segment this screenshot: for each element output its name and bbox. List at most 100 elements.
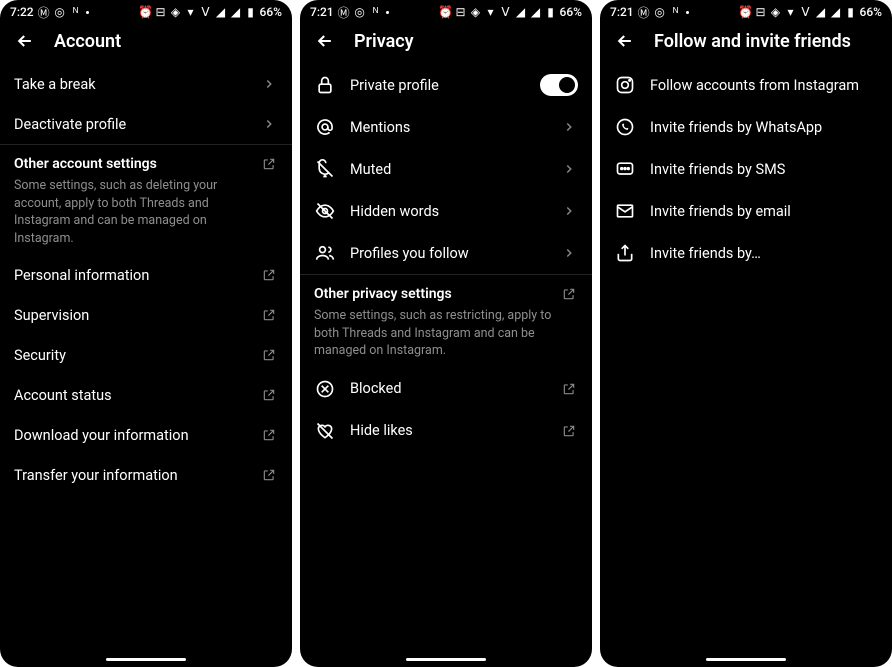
external-link-icon — [560, 285, 578, 303]
page-title: Follow and invite friends — [654, 31, 851, 52]
people-icon — [314, 242, 336, 264]
signal-icon: ◢ — [515, 6, 527, 18]
chevron-right-icon — [260, 75, 278, 93]
signal-icon: ◢ — [830, 6, 842, 18]
home-indicator[interactable] — [406, 658, 486, 661]
row-personal-information[interactable]: Personal information — [0, 255, 292, 295]
battery-pct: 66% — [860, 5, 882, 19]
battery-icon: ▮ — [545, 6, 557, 18]
app-icon: Ⓜ — [38, 6, 50, 18]
other-account-settings-section: Other account settings Some settings, su… — [0, 144, 292, 255]
row-invite-whatsapp[interactable]: Invite friends by WhatsApp — [600, 106, 892, 148]
row-deactivate-profile[interactable]: Deactivate profile — [0, 104, 292, 144]
row-label: Invite friends by… — [650, 245, 878, 262]
row-hide-likes[interactable]: Hide likes — [300, 410, 592, 452]
app-icon: ᴺ — [70, 6, 82, 18]
section-description: Some settings, such as restricting, appl… — [314, 307, 578, 360]
data-icon: ◈ — [470, 6, 482, 18]
mention-icon — [314, 116, 336, 138]
status-time: 7:22 — [10, 5, 34, 19]
voice-icon: ᐯ — [800, 6, 812, 18]
app-icon: Ⓜ — [638, 6, 650, 18]
external-link-icon — [260, 426, 278, 444]
row-label: Supervision — [14, 307, 260, 324]
page-title: Account — [54, 31, 121, 52]
header: Privacy — [300, 22, 592, 64]
external-link-icon — [260, 266, 278, 284]
home-indicator[interactable] — [106, 658, 186, 661]
more-dot-icon — [686, 11, 689, 14]
row-label: Hidden words — [350, 203, 560, 220]
signal-icon: ◢ — [815, 6, 827, 18]
row-private-profile[interactable]: Private profile — [300, 64, 592, 106]
other-privacy-settings-section: Other privacy settings Some settings, su… — [300, 274, 592, 368]
row-label: Deactivate profile — [14, 116, 260, 133]
row-security[interactable]: Security — [0, 335, 292, 375]
app-icon: ◎ — [654, 6, 666, 18]
private-profile-toggle[interactable] — [540, 74, 578, 96]
header: Follow and invite friends — [600, 22, 892, 64]
status-icons: ⏰ ⊟ ◈ ▾ ᐯ ◢ ◢ ▮ 66% — [740, 5, 882, 19]
battery-icon: ▮ — [845, 6, 857, 18]
sync-icon: ⊟ — [755, 6, 767, 18]
alarm-icon: ⏰ — [440, 6, 452, 18]
more-dot-icon — [86, 11, 89, 14]
chevron-right-icon — [560, 118, 578, 136]
back-button[interactable] — [614, 30, 636, 52]
voice-icon: ᐯ — [200, 6, 212, 18]
row-transfer-information[interactable]: Transfer your information — [0, 455, 292, 495]
external-link-icon — [260, 155, 278, 173]
row-hidden-words[interactable]: Hidden words — [300, 190, 592, 232]
row-label: Private profile — [350, 77, 540, 94]
row-account-status[interactable]: Account status — [0, 375, 292, 415]
home-indicator[interactable] — [706, 658, 786, 661]
row-invite-sms[interactable]: Invite friends by SMS — [600, 148, 892, 190]
row-invite-by[interactable]: Invite friends by… — [600, 232, 892, 274]
row-label: Mentions — [350, 119, 560, 136]
row-supervision[interactable]: Supervision — [0, 295, 292, 335]
row-label: Profiles you follow — [350, 245, 560, 262]
row-label: Invite friends by WhatsApp — [650, 119, 878, 136]
row-invite-email[interactable]: Invite friends by email — [600, 190, 892, 232]
follow-invite-screen: 7:21 Ⓜ ◎ ᴺ ⏰ ⊟ ◈ ▾ ᐯ ◢ ◢ ▮ 66% Follow an… — [600, 0, 892, 667]
row-label: Invite friends by email — [650, 203, 878, 220]
app-icon: ◎ — [354, 6, 366, 18]
status-bar: 7:21 Ⓜ ◎ ᴺ ⏰ ⊟ ◈ ▾ ᐯ ◢ ◢ ▮ 66% — [600, 0, 892, 22]
external-link-icon — [260, 306, 278, 324]
chevron-right-icon — [560, 202, 578, 220]
page-title: Privacy — [354, 31, 414, 52]
alarm-icon: ⏰ — [140, 6, 152, 18]
row-follow-instagram[interactable]: Follow accounts from Instagram — [600, 64, 892, 106]
whatsapp-icon — [614, 116, 636, 138]
muted-icon — [314, 158, 336, 180]
privacy-screen: 7:21 Ⓜ ◎ ᴺ ⏰ ⊟ ◈ ▾ ᐯ ◢ ◢ ▮ 66% Privacy P… — [300, 0, 592, 667]
header: Account — [0, 22, 292, 64]
battery-pct: 66% — [260, 5, 282, 19]
row-take-a-break[interactable]: Take a break — [0, 64, 292, 104]
row-label: Muted — [350, 161, 560, 178]
section-title: Other privacy settings — [314, 286, 452, 302]
row-label: Follow accounts from Instagram — [650, 77, 878, 94]
row-muted[interactable]: Muted — [300, 148, 592, 190]
row-mentions[interactable]: Mentions — [300, 106, 592, 148]
status-bar: 7:21 Ⓜ ◎ ᴺ ⏰ ⊟ ◈ ▾ ᐯ ◢ ◢ ▮ 66% — [300, 0, 592, 22]
app-icon: ᴺ — [370, 6, 382, 18]
sms-icon — [614, 158, 636, 180]
app-icon: Ⓜ — [338, 6, 350, 18]
hidden-icon — [314, 200, 336, 222]
signal-icon: ◢ — [215, 6, 227, 18]
status-icons: ⏰ ⊟ ◈ ▾ ᐯ ◢ ◢ ▮ 66% — [140, 5, 282, 19]
chevron-right-icon — [560, 160, 578, 178]
back-button[interactable] — [314, 30, 336, 52]
row-label: Download your information — [14, 427, 260, 444]
sync-icon: ⊟ — [455, 6, 467, 18]
voice-icon: ᐯ — [500, 6, 512, 18]
external-link-icon — [260, 466, 278, 484]
row-label: Transfer your information — [14, 467, 260, 484]
row-blocked[interactable]: Blocked — [300, 368, 592, 410]
lock-icon — [314, 74, 336, 96]
row-download-information[interactable]: Download your information — [0, 415, 292, 455]
chevron-right-icon — [560, 244, 578, 262]
row-profiles-you-follow[interactable]: Profiles you follow — [300, 232, 592, 274]
back-button[interactable] — [14, 30, 36, 52]
